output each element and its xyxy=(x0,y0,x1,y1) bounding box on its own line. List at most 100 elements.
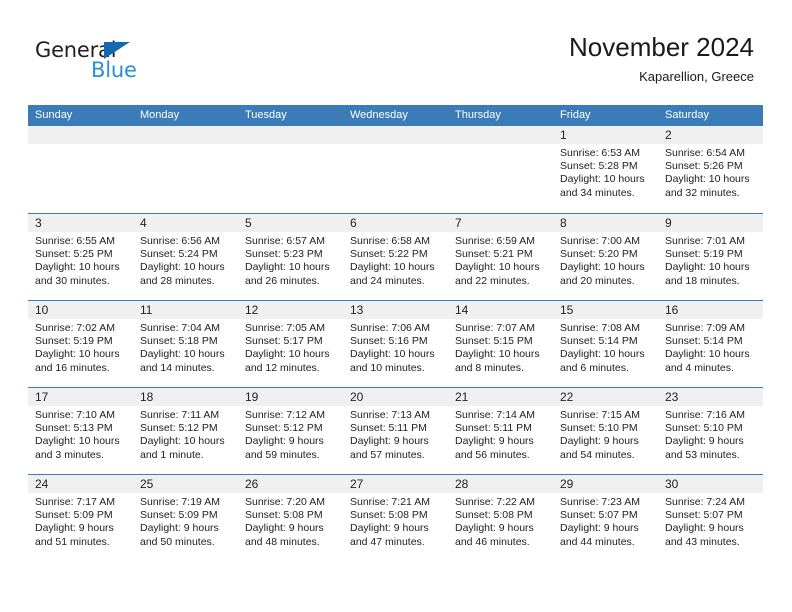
calendar-day-cell[interactable]: 22 Sunrise: 7:15 AM Sunset: 5:10 PM Dayligh… xyxy=(553,388,658,474)
weekday-header-thursday: Thursday xyxy=(455,109,501,121)
day-sun-info: Sunrise: 7:10 AM Sunset: 5:13 PM Daylight:… xyxy=(28,406,133,462)
sunrise-text: Sunrise: 7:07 AM xyxy=(455,322,535,334)
sunrise-text: Sunrise: 7:05 AM xyxy=(245,322,325,334)
sunrise-text: Sunrise: 7:08 AM xyxy=(560,322,640,334)
daylight-text: Daylight: 9 hours and 57 minutes. xyxy=(350,435,429,461)
day-sun-info: Sunrise: 6:59 AM Sunset: 5:21 PM Daylight:… xyxy=(448,232,553,288)
sunrise-text: Sunrise: 7:02 AM xyxy=(35,322,115,334)
weekday-header-sunday: Sunday xyxy=(35,109,73,121)
calendar-day-cell[interactable]: 21 Sunrise: 7:14 AM Sunset: 5:11 PM Dayligh… xyxy=(448,388,553,474)
calendar-week-row: 10 Sunrise: 7:02 AM Sunset: 5:19 PM Dayligh… xyxy=(28,300,763,387)
day-number: 26 xyxy=(245,477,259,491)
calendar-day-cell[interactable]: 29 Sunrise: 7:23 AM Sunset: 5:07 PM Dayligh… xyxy=(553,475,658,566)
day-sun-info: Sunrise: 7:06 AM Sunset: 5:16 PM Daylight:… xyxy=(343,319,448,375)
calendar-day-cell[interactable]: 13 Sunrise: 7:06 AM Sunset: 5:16 PM Dayligh… xyxy=(343,301,448,387)
weekday-header-wednesday: Wednesday xyxy=(350,109,408,121)
daylight-text: Daylight: 9 hours and 54 minutes. xyxy=(560,435,639,461)
daylight-text: Daylight: 10 hours and 20 minutes. xyxy=(560,261,645,287)
daylight-text: Daylight: 10 hours and 6 minutes. xyxy=(560,348,645,374)
day-sun-info: Sunrise: 7:02 AM Sunset: 5:19 PM Daylight:… xyxy=(28,319,133,375)
day-number-band xyxy=(238,214,343,232)
sunset-text: Sunset: 5:12 PM xyxy=(245,422,323,435)
calendar-day-cell[interactable]: 17 Sunrise: 7:10 AM Sunset: 5:13 PM Dayligh… xyxy=(28,388,133,474)
calendar-day-cell[interactable]: 6 Sunrise: 6:58 AM Sunset: 5:22 PM Daylight… xyxy=(343,214,448,300)
calendar-day-cell[interactable]: 30 Sunrise: 7:24 AM Sunset: 5:07 PM Dayligh… xyxy=(658,475,763,566)
day-number-band xyxy=(133,214,238,232)
daylight-text: Daylight: 9 hours and 44 minutes. xyxy=(560,522,639,548)
calendar-day-cell-empty xyxy=(343,126,448,213)
calendar-day-cell[interactable]: 27 Sunrise: 7:21 AM Sunset: 5:08 PM Dayligh… xyxy=(343,475,448,566)
day-sun-info: Sunrise: 7:22 AM Sunset: 5:08 PM Daylight:… xyxy=(448,493,553,549)
sunset-text: Sunset: 5:08 PM xyxy=(245,509,323,522)
day-number: 6 xyxy=(350,216,357,230)
sunset-text: Sunset: 5:26 PM xyxy=(665,160,743,173)
calendar-day-cell[interactable]: 26 Sunrise: 7:20 AM Sunset: 5:08 PM Dayligh… xyxy=(238,475,343,566)
calendar-day-cell[interactable]: 28 Sunrise: 7:22 AM Sunset: 5:08 PM Dayligh… xyxy=(448,475,553,566)
weekday-header-saturday: Saturday xyxy=(665,109,710,121)
logo-triangle-icon xyxy=(104,42,130,59)
calendar-day-cell[interactable]: 15 Sunrise: 7:08 AM Sunset: 5:14 PM Dayligh… xyxy=(553,301,658,387)
sunrise-text: Sunrise: 7:04 AM xyxy=(140,322,220,334)
day-number: 14 xyxy=(455,303,469,317)
calendar-grid: Sunday Monday Tuesday Wednesday Thursday… xyxy=(28,105,763,566)
day-number: 12 xyxy=(245,303,259,317)
day-sun-info: Sunrise: 6:57 AM Sunset: 5:23 PM Daylight:… xyxy=(238,232,343,288)
calendar-day-cell[interactable]: 3 Sunrise: 6:55 AM Sunset: 5:25 PM Daylight… xyxy=(28,214,133,300)
sunset-text: Sunset: 5:24 PM xyxy=(140,248,218,261)
day-sun-info: Sunrise: 7:21 AM Sunset: 5:08 PM Daylight:… xyxy=(343,493,448,549)
sunrise-text: Sunrise: 6:53 AM xyxy=(560,147,640,159)
sunset-text: Sunset: 5:22 PM xyxy=(350,248,428,261)
day-sun-info: Sunrise: 7:09 AM Sunset: 5:14 PM Daylight:… xyxy=(658,319,763,375)
calendar-day-cell[interactable]: 1 Sunrise: 6:53 AM Sunset: 5:28 PM Daylight… xyxy=(553,126,658,213)
calendar-day-cell[interactable]: 11 Sunrise: 7:04 AM Sunset: 5:18 PM Dayligh… xyxy=(133,301,238,387)
weekday-header-friday: Friday xyxy=(560,109,591,121)
sunrise-text: Sunrise: 6:57 AM xyxy=(245,235,325,247)
day-number: 27 xyxy=(350,477,364,491)
day-number-band xyxy=(448,126,553,144)
calendar-day-cell[interactable]: 19 Sunrise: 7:12 AM Sunset: 5:12 PM Dayligh… xyxy=(238,388,343,474)
calendar-day-cell[interactable]: 18 Sunrise: 7:11 AM Sunset: 5:12 PM Dayligh… xyxy=(133,388,238,474)
day-number: 19 xyxy=(245,390,259,404)
sunset-text: Sunset: 5:17 PM xyxy=(245,335,323,348)
sunset-text: Sunset: 5:14 PM xyxy=(560,335,638,348)
calendar-week-row: 17 Sunrise: 7:10 AM Sunset: 5:13 PM Dayligh… xyxy=(28,387,763,474)
sunset-text: Sunset: 5:11 PM xyxy=(455,422,532,435)
calendar-day-cell[interactable]: 25 Sunrise: 7:19 AM Sunset: 5:09 PM Dayligh… xyxy=(133,475,238,566)
calendar-day-cell[interactable]: 7 Sunrise: 6:59 AM Sunset: 5:21 PM Daylight… xyxy=(448,214,553,300)
calendar-day-cell-empty xyxy=(28,126,133,213)
calendar-day-cell[interactable]: 2 Sunrise: 6:54 AM Sunset: 5:26 PM Daylight… xyxy=(658,126,763,213)
page-header: General Blue November 2024 Kaparellion, … xyxy=(0,0,792,104)
calendar-day-cell[interactable]: 12 Sunrise: 7:05 AM Sunset: 5:17 PM Dayligh… xyxy=(238,301,343,387)
day-number: 13 xyxy=(350,303,364,317)
calendar-day-cell[interactable]: 24 Sunrise: 7:17 AM Sunset: 5:09 PM Dayligh… xyxy=(28,475,133,566)
calendar-day-cell[interactable]: 10 Sunrise: 7:02 AM Sunset: 5:19 PM Dayligh… xyxy=(28,301,133,387)
day-number: 10 xyxy=(35,303,49,317)
calendar-day-cell[interactable]: 20 Sunrise: 7:13 AM Sunset: 5:11 PM Dayligh… xyxy=(343,388,448,474)
daylight-text: Daylight: 10 hours and 18 minutes. xyxy=(665,261,750,287)
calendar-day-cell[interactable]: 5 Sunrise: 6:57 AM Sunset: 5:23 PM Daylight… xyxy=(238,214,343,300)
daylight-text: Daylight: 10 hours and 12 minutes. xyxy=(245,348,330,374)
sunset-text: Sunset: 5:10 PM xyxy=(665,422,743,435)
calendar-day-cell[interactable]: 4 Sunrise: 6:56 AM Sunset: 5:24 PM Daylight… xyxy=(133,214,238,300)
sunrise-text: Sunrise: 7:15 AM xyxy=(560,409,640,421)
calendar-day-cell[interactable]: 16 Sunrise: 7:09 AM Sunset: 5:14 PM Dayligh… xyxy=(658,301,763,387)
calendar-day-cell[interactable]: 14 Sunrise: 7:07 AM Sunset: 5:15 PM Dayligh… xyxy=(448,301,553,387)
calendar-day-cell[interactable]: 23 Sunrise: 7:16 AM Sunset: 5:10 PM Dayligh… xyxy=(658,388,763,474)
sunset-text: Sunset: 5:18 PM xyxy=(140,335,218,348)
calendar-day-cell[interactable]: 8 Sunrise: 7:00 AM Sunset: 5:20 PM Daylight… xyxy=(553,214,658,300)
day-number: 25 xyxy=(140,477,154,491)
day-number: 3 xyxy=(35,216,42,230)
general-blue-logo[interactable]: General Blue xyxy=(35,39,235,87)
day-number-band xyxy=(28,214,133,232)
sunrise-text: Sunrise: 7:13 AM xyxy=(350,409,430,421)
daylight-text: Daylight: 9 hours and 50 minutes. xyxy=(140,522,219,548)
calendar-day-cell[interactable]: 9 Sunrise: 7:01 AM Sunset: 5:19 PM Daylight… xyxy=(658,214,763,300)
sunset-text: Sunset: 5:25 PM xyxy=(35,248,113,261)
day-number: 17 xyxy=(35,390,49,404)
day-sun-info: Sunrise: 6:53 AM Sunset: 5:28 PM Daylight:… xyxy=(553,144,658,200)
day-number: 15 xyxy=(560,303,574,317)
sunrise-text: Sunrise: 7:06 AM xyxy=(350,322,430,334)
sunrise-text: Sunrise: 7:24 AM xyxy=(665,496,745,508)
day-number: 9 xyxy=(665,216,672,230)
sunset-text: Sunset: 5:14 PM xyxy=(665,335,743,348)
